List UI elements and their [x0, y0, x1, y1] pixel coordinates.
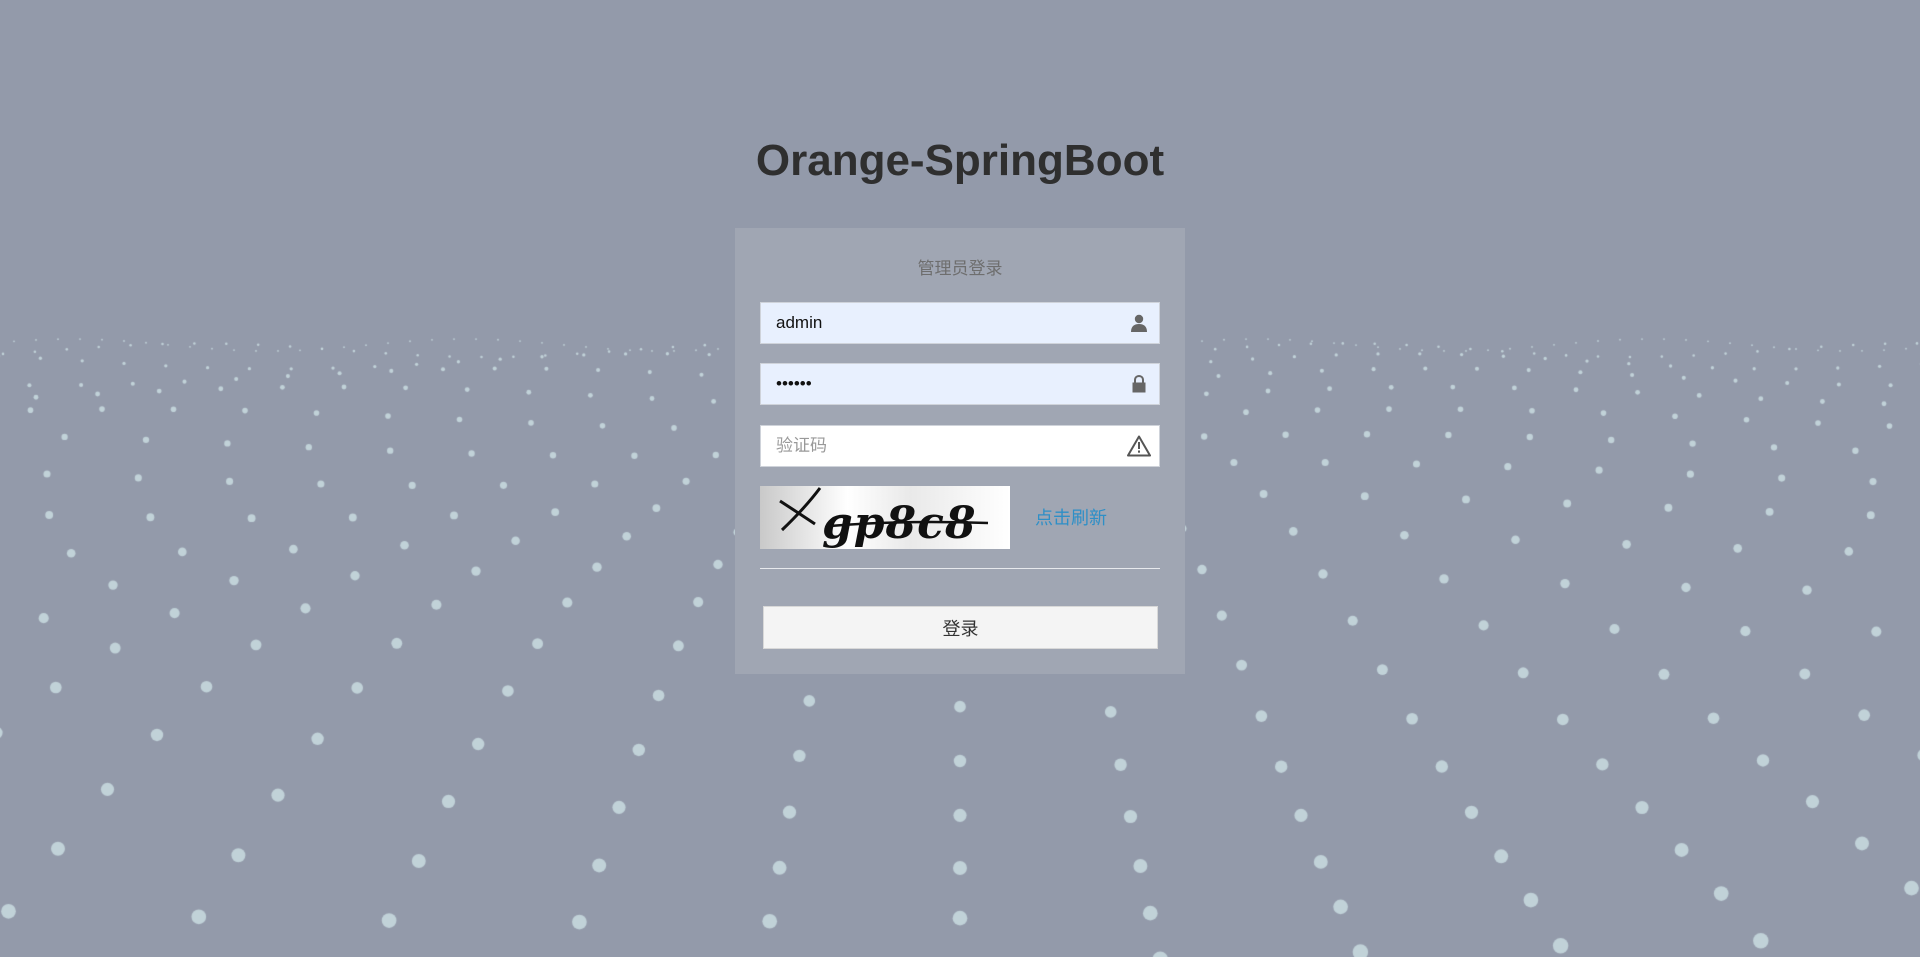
captcha-image[interactable]: gp8c8 — [760, 486, 1010, 549]
divider — [760, 568, 1160, 569]
password-input[interactable] — [761, 364, 1119, 404]
lock-icon — [1119, 364, 1159, 404]
password-field-wrapper — [760, 363, 1160, 405]
login-panel-title: 管理员登录 — [917, 259, 1003, 279]
captcha-field-wrapper — [760, 425, 1160, 467]
warning-icon — [1119, 426, 1159, 466]
username-field-wrapper — [760, 302, 1160, 344]
app-title: Orange-SpringBoot — [755, 136, 1165, 185]
login-panel: 管理员登录 admin •••••• 验证码 gp8c8 点击刷新 登录 — [735, 228, 1185, 674]
username-input[interactable] — [761, 303, 1119, 343]
login-button[interactable]: 登录 — [763, 606, 1158, 649]
user-icon — [1119, 303, 1159, 343]
refresh-captcha-link[interactable]: 点击刷新 — [1035, 504, 1107, 530]
captcha-input[interactable] — [761, 426, 1119, 466]
